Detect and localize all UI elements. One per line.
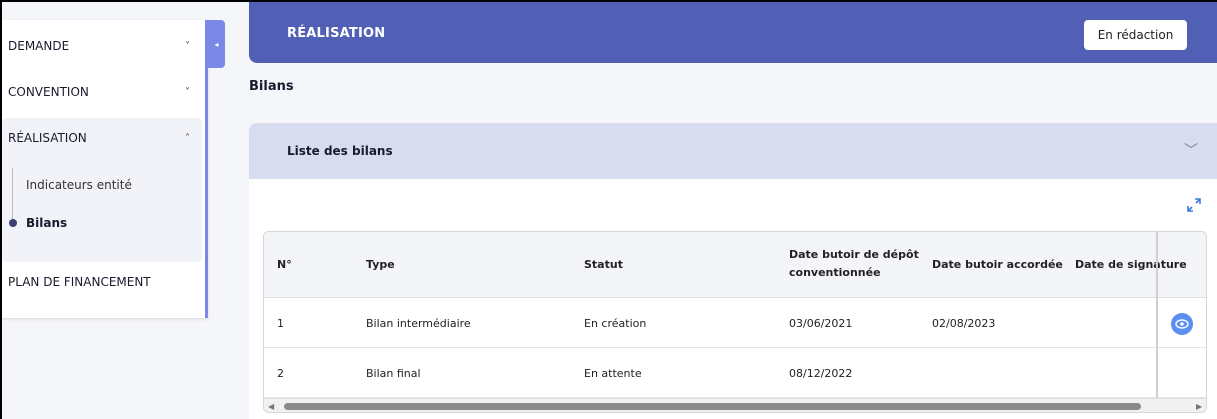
column-header-deadline-line1: Date butoir de dépôt [789, 248, 919, 261]
cell-status: En création [584, 317, 647, 330]
bilans-table: N° Type Statut Date butoir de dépôt conv… [263, 231, 1207, 413]
cell-num: 1 [277, 317, 284, 330]
page-header: RÉALISATION En rédaction [249, 2, 1217, 63]
expand-icon[interactable] [1187, 198, 1201, 212]
column-header-status: Statut [584, 258, 623, 271]
sidebar-item-demande[interactable]: DEMANDE ˅ [2, 26, 202, 66]
chevron-down-icon: ˅ [185, 40, 190, 52]
column-header-deadline: Date butoir de dépôt conventionnée [789, 246, 919, 282]
view-button[interactable] [1171, 313, 1193, 335]
status-button[interactable]: En rédaction [1084, 20, 1187, 50]
table-row: 1 Bilan intermédiaire En création 03/06/… [264, 298, 1206, 348]
active-dot-icon [9, 219, 17, 227]
scroll-right-icon[interactable]: ▶ [1196, 402, 1202, 411]
chevron-up-icon: ˄ [185, 132, 190, 144]
eye-icon [1175, 319, 1189, 329]
cell-type: Bilan final [366, 367, 421, 380]
column-header-type: Type [366, 258, 395, 271]
sidebar-item-convention[interactable]: CONVENTION ˅ [2, 72, 202, 112]
sidebar-item-plan-de-financement[interactable]: PLAN DE FINANCEMENT [2, 262, 202, 302]
sidebar: DEMANDE ˅ CONVENTION ˅ RÉALISATION ˄ Ind… [2, 20, 208, 318]
cell-status: En attente [584, 367, 642, 380]
table-header: N° Type Statut Date butoir de dépôt conv… [264, 232, 1206, 298]
horizontal-scrollbar[interactable]: ◀ ▶ [264, 398, 1206, 412]
cell-type: Bilan intermédiaire [366, 317, 471, 330]
section-title: Bilans [249, 79, 294, 94]
chevron-down-icon: ˅ [185, 86, 190, 98]
sidebar-item-label: RÉALISATION [8, 131, 87, 145]
page-title: RÉALISATION [287, 26, 386, 41]
scroll-left-icon[interactable]: ◀ [268, 402, 274, 411]
sidebar-subitem-bilans[interactable]: Bilans [26, 216, 67, 230]
chevron-down-icon: ﹀ [1184, 143, 1198, 159]
chevron-left-icon: ◂ [214, 39, 219, 49]
cell-deadline: 08/12/2022 [789, 367, 853, 380]
table-row: 2 Bilan final En attente 08/12/2022 [264, 348, 1206, 398]
sidebar-item-label: CONVENTION [8, 85, 89, 99]
cell-granted: 02/08/2023 [932, 317, 996, 330]
column-header-granted: Date butoir accordée [932, 258, 1063, 271]
cell-deadline: 03/06/2021 [789, 317, 853, 330]
sidebar-item-realisation[interactable]: RÉALISATION ˄ [2, 118, 202, 158]
sidebar-collapse-button[interactable]: ◂ [208, 20, 225, 68]
accordion-title: Liste des bilans [287, 144, 393, 158]
sidebar-item-label: PLAN DE FINANCEMENT [8, 275, 151, 289]
sidebar-item-label: DEMANDE [8, 39, 70, 53]
submenu-line [12, 168, 13, 226]
accordion-header[interactable]: Liste des bilans ﹀ [249, 123, 1217, 179]
column-header-num: N° [277, 258, 292, 271]
scrollbar-thumb[interactable] [284, 403, 1141, 410]
sidebar-subitem-indicateurs[interactable]: Indicateurs entité [26, 178, 132, 192]
column-header-deadline-line2: conventionnée [789, 266, 881, 279]
cell-num: 2 [277, 367, 284, 380]
